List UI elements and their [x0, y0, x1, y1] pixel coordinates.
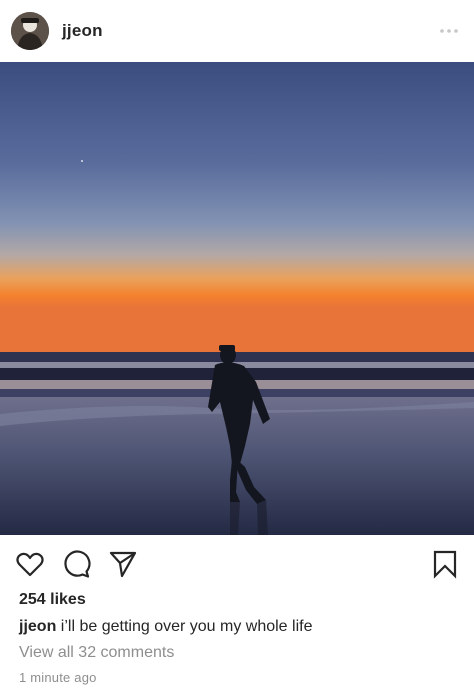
more-options-icon[interactable] — [438, 22, 460, 40]
caption-username[interactable]: jjeon — [19, 618, 56, 635]
caption: jjeon i’ll be getting over you my whole … — [19, 618, 312, 636]
avatar[interactable] — [11, 12, 49, 50]
likes-count[interactable]: 254 likes — [19, 591, 86, 609]
username[interactable]: jjeon — [62, 21, 103, 41]
sunset-beach-silhouette-photo — [0, 62, 474, 535]
view-comments-link[interactable]: View all 32 comments — [19, 644, 174, 662]
heart-icon[interactable] — [15, 549, 45, 579]
paper-plane-icon[interactable] — [108, 549, 138, 579]
post-photo[interactable] — [0, 62, 474, 535]
comment-bubble-icon[interactable] — [61, 549, 91, 579]
bookmark-icon[interactable] — [430, 549, 460, 579]
post-actions — [0, 535, 474, 593]
profile-photo-icon — [11, 12, 49, 50]
caption-text: i’ll be getting over you my whole life — [60, 618, 313, 635]
post-header: jjeon — [0, 0, 474, 62]
timestamp: 1 minute ago — [19, 670, 97, 685]
